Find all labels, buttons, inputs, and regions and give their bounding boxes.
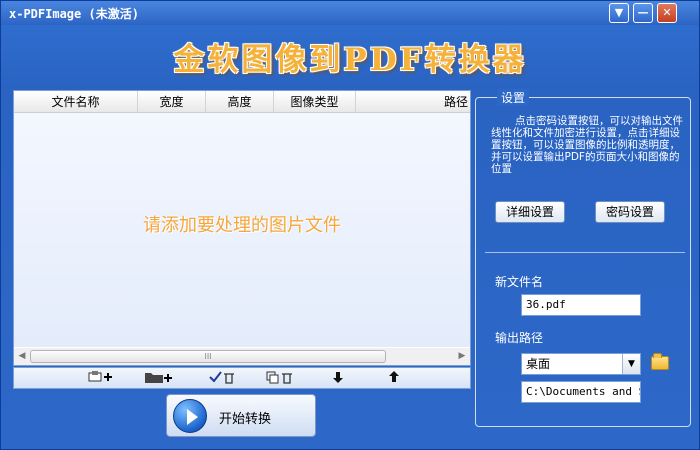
move-down-button[interactable]: [318, 370, 358, 387]
delete-all-button[interactable]: [260, 370, 300, 387]
close-icon: ✕: [662, 6, 672, 19]
new-filename-input[interactable]: 36.pdf: [521, 294, 641, 316]
empty-list-hint: 请添加要处理的图片文件: [143, 215, 341, 236]
settings-description: 点击密码设置按钮，可以对输出文件线性化和文件加密进行设置，点击详细设置按钮，可以…: [491, 115, 683, 175]
column-header-path[interactable]: 路径: [356, 91, 470, 113]
scroll-right-icon[interactable]: ▶: [456, 350, 468, 362]
app-banner-title: 金软图像到PDF转换器: [173, 42, 527, 78]
arrow-down-icon: [333, 372, 343, 383]
add-folder-icon: [145, 373, 172, 383]
app-window: x-PDFImage (未激活) ▼ — ✕ 金软图像到PDF转换器 文件名称 …: [0, 0, 700, 450]
output-location-select[interactable]: 桌面 ▼: [521, 353, 641, 375]
delete-selected-button[interactable]: [202, 370, 242, 387]
password-settings-button[interactable]: 密码设置: [595, 201, 665, 223]
list-header: 文件名称 宽度 高度 图像类型 路径: [14, 91, 470, 113]
horizontal-scrollbar[interactable]: ◀ III ▶: [14, 348, 470, 365]
file-list[interactable]: 文件名称 宽度 高度 图像类型 路径 请添加要处理的图片文件 ◀ III ▶: [13, 90, 471, 366]
output-location-value: 桌面: [526, 357, 551, 371]
add-file-button[interactable]: [80, 370, 120, 387]
output-path-label: 输出路径: [495, 331, 544, 345]
settings-divider: [485, 252, 685, 253]
column-header-filename[interactable]: 文件名称: [14, 91, 138, 113]
chevron-down-icon[interactable]: ▼: [622, 354, 640, 374]
titlebar: x-PDFImage (未激活) ▼ — ✕: [1, 1, 699, 25]
window-title: x-PDFImage (未激活): [9, 7, 139, 21]
check-delete-icon: [209, 371, 234, 384]
column-header-width[interactable]: 宽度: [138, 91, 206, 113]
new-filename-label: 新文件名: [495, 275, 544, 289]
scroll-left-icon[interactable]: ◀: [16, 350, 28, 362]
list-body[interactable]: 请添加要处理的图片文件: [14, 113, 470, 347]
copy-delete-icon: [266, 371, 292, 384]
play-icon: [173, 399, 207, 433]
add-file-icon: [88, 371, 112, 382]
settings-legend: 设置: [497, 89, 530, 106]
output-path-input[interactable]: C:\Documents and Se: [521, 381, 641, 403]
close-button[interactable]: ✕: [657, 3, 677, 23]
start-convert-label: 开始转换: [219, 412, 272, 427]
column-header-height[interactable]: 高度: [206, 91, 274, 113]
detail-settings-button[interactable]: 详细设置: [495, 201, 565, 223]
minimize-button[interactable]: —: [633, 3, 653, 23]
titlebar-dropdown-button[interactable]: ▼: [609, 3, 629, 23]
start-convert-button[interactable]: 开始转换: [166, 394, 316, 437]
folder-icon[interactable]: [651, 353, 669, 370]
add-folder-button[interactable]: [138, 370, 178, 387]
move-up-button[interactable]: [374, 370, 414, 387]
chevron-down-icon: ▼: [614, 6, 624, 19]
list-toolbar: [13, 367, 471, 389]
column-header-image-type[interactable]: 图像类型: [274, 91, 356, 113]
arrow-up-icon: [389, 371, 399, 382]
minimize-icon: —: [637, 6, 649, 19]
scrollbar-thumb[interactable]: III: [30, 350, 386, 363]
